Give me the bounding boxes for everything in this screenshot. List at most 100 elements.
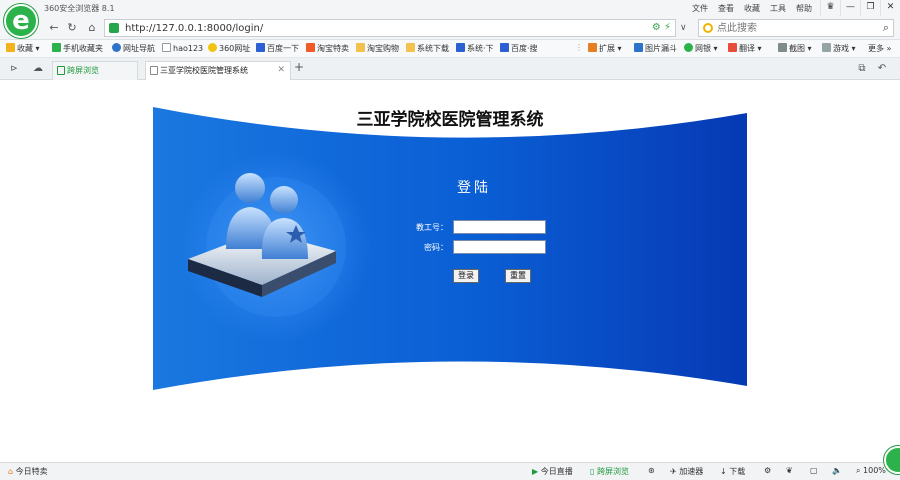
- menu-favorites[interactable]: 收藏: [744, 3, 760, 14]
- menu-help[interactable]: 帮助: [796, 3, 812, 14]
- bookmark-system-download[interactable]: 系统下载: [406, 43, 449, 54]
- top-menu: 文件 查看 收藏 工具 帮助: [692, 3, 812, 14]
- login-panel-background: [153, 107, 747, 390]
- sound-icon[interactable]: 🔈: [832, 466, 842, 475]
- address-bar: ← ↻ ⌂ http://127.0.0.1:8000/login/ ⚙ ⚡ ∨…: [0, 16, 900, 40]
- bookmark-system[interactable]: 系统·下: [456, 43, 494, 54]
- menu-file[interactable]: 文件: [692, 3, 708, 14]
- url-text[interactable]: http://127.0.0.1:8000/login/: [125, 23, 263, 34]
- search-engine-icon[interactable]: [703, 23, 713, 33]
- menu-tools[interactable]: 工具: [770, 3, 786, 14]
- zoom-icon: ⌕: [856, 466, 861, 475]
- window-icon[interactable]: ▢: [810, 466, 818, 475]
- tab-label: 跨屏浏览: [67, 66, 99, 75]
- bookmark-url-nav[interactable]: 网址导航: [112, 43, 155, 54]
- bookmark-hao123[interactable]: hao123: [162, 43, 203, 53]
- more-button[interactable]: 更多 »: [868, 43, 891, 54]
- tab-close-icon[interactable]: ✕: [277, 62, 285, 79]
- cross-screen-link[interactable]: ▯ 跨屏浏览: [590, 466, 629, 477]
- title-bar: 360安全浏览器 8.1 文件 查看 收藏 工具 帮助 ♛ — ❐ ✕: [0, 0, 900, 16]
- cloud-icon[interactable]: ☁: [30, 61, 46, 77]
- accelerator-button[interactable]: ✈ 加速器: [670, 466, 703, 477]
- bookmark-taobao-sale[interactable]: 淘宝特卖: [306, 43, 349, 54]
- bank-icon: [684, 43, 693, 52]
- employee-id-field[interactable]: [453, 220, 546, 234]
- close-icon[interactable]: ✕: [880, 0, 900, 16]
- paw-icon: [256, 43, 265, 52]
- extensions-button[interactable]: 扩展 ▾: [588, 43, 622, 54]
- window-controls: ♛ — ❐ ✕: [820, 0, 900, 16]
- sidebar-toggle-icon[interactable]: ⊳: [6, 61, 22, 77]
- tab-bar: ⊳ ☁ 跨屏浏览 三亚学院校医院管理系统 ✕ + ⧉ ↶: [0, 58, 900, 80]
- search-box[interactable]: ⌕: [698, 19, 894, 37]
- home-icon[interactable]: ⌂: [84, 20, 100, 36]
- bookmark-taobao-shop[interactable]: 淘宝购物: [356, 43, 399, 54]
- menu-view[interactable]: 查看: [718, 3, 734, 14]
- gift-icon: ⌂: [8, 467, 14, 476]
- folder-icon: [406, 43, 415, 52]
- page-content: 三亚学院校医院管理系统 登陆 教工号： 密码： 登录 重置: [0, 81, 900, 462]
- gamepad-icon: [822, 43, 831, 52]
- phone-icon: ▯: [590, 467, 595, 476]
- security-shield-icon: [109, 23, 119, 33]
- leaf-icon[interactable]: ❦: [786, 466, 793, 475]
- sync-icon[interactable]: ⊛: [648, 466, 655, 475]
- search-input[interactable]: [717, 21, 867, 35]
- page-icon: [150, 66, 158, 75]
- speed-icon[interactable]: ⚙ ⚡: [652, 22, 671, 33]
- download-button[interactable]: ↓ 下载: [720, 466, 745, 477]
- tab-label: 三亚学院校医院管理系统: [160, 66, 248, 75]
- page-icon: [162, 43, 171, 52]
- new-tab-icon[interactable]: +: [294, 60, 304, 74]
- rocket-icon: ✈: [670, 467, 677, 476]
- screenshot-button[interactable]: 截图 ▾: [778, 43, 812, 54]
- bookmark-baidu[interactable]: 百度一下: [256, 43, 299, 54]
- password-field[interactable]: [453, 240, 546, 254]
- play-icon: ▶: [532, 467, 539, 476]
- daily-sale-link[interactable]: ⌂ 今日特卖: [8, 466, 48, 477]
- password-label: 密码：: [424, 243, 448, 252]
- translate-button[interactable]: 翻译 ▾: [728, 43, 762, 54]
- bookmarks-bar: 收藏 ▾ 手机收藏夹 网址导航 hao123 360网址 百度一下 淘宝特卖 淘…: [0, 40, 900, 58]
- search-icon[interactable]: ⌕: [883, 21, 889, 35]
- refresh-icon[interactable]: ↻: [64, 20, 80, 36]
- reset-button[interactable]: 重置: [505, 269, 531, 283]
- zoom-control[interactable]: ⌕ 100%: [856, 466, 886, 476]
- bookmark-360[interactable]: 360网址: [208, 43, 250, 54]
- minimize-icon[interactable]: —: [840, 0, 860, 16]
- scissors-icon: [778, 43, 787, 52]
- 360-icon: [208, 43, 217, 52]
- login-button[interactable]: 登录: [453, 269, 479, 283]
- translate-icon: [728, 43, 737, 52]
- download-icon: ↓: [720, 467, 727, 476]
- games-button[interactable]: 游戏 ▾: [822, 43, 856, 54]
- taobao-icon: [306, 43, 315, 52]
- skin-icon[interactable]: ♛: [820, 0, 840, 16]
- restore-tabs-icon[interactable]: ⧉: [854, 61, 870, 77]
- back-icon[interactable]: ←: [46, 20, 62, 36]
- undo-close-icon[interactable]: ↶: [874, 61, 890, 77]
- browser-logo-icon[interactable]: e: [4, 4, 38, 38]
- bookmark-baidu-search[interactable]: 百度·搜: [500, 43, 538, 54]
- image-funnel-button[interactable]: 图片漏斗: [634, 43, 677, 54]
- phone-icon: [57, 66, 65, 75]
- employee-id-label: 教工号：: [416, 223, 448, 232]
- tab-cross-screen[interactable]: 跨屏浏览: [52, 61, 138, 80]
- online-banking-button[interactable]: 网银 ▾: [684, 43, 718, 54]
- image-icon: [634, 43, 643, 52]
- live-link[interactable]: ▶ 今日直播: [532, 466, 573, 477]
- paw-icon: [500, 43, 509, 52]
- star-icon: [6, 43, 15, 52]
- globe-icon: [112, 43, 121, 52]
- page-title: 三亚学院校医院管理系统: [356, 110, 544, 130]
- restore-icon[interactable]: ❐: [860, 0, 880, 16]
- bookmark-mobile-favorites[interactable]: 手机收藏夹: [52, 43, 103, 54]
- login-heading: 登陆: [457, 180, 491, 196]
- separator-icon: ⋮: [575, 43, 583, 52]
- url-dropdown-icon[interactable]: ∨: [680, 20, 694, 36]
- url-field[interactable]: http://127.0.0.1:8000/login/ ⚙ ⚡: [104, 19, 676, 37]
- settings-icon[interactable]: ⚙: [764, 466, 771, 475]
- tab-hospital-system[interactable]: 三亚学院校医院管理系统 ✕: [145, 61, 291, 80]
- bookmark-favorites[interactable]: 收藏 ▾: [6, 43, 40, 54]
- paw-icon: [456, 43, 465, 52]
